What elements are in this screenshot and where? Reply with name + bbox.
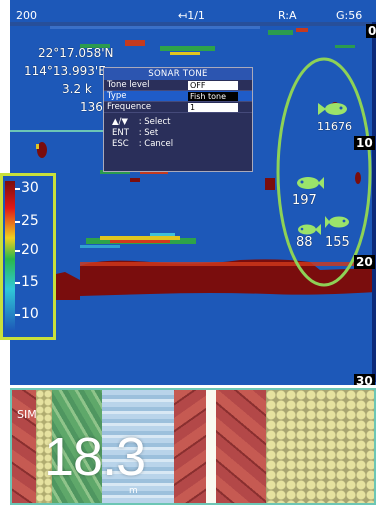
menu-item-value[interactable]: OFF [188,81,238,90]
depth-scale-10: 10 [354,136,375,150]
gravel-texture [206,390,216,503]
depth-scale-30: 30 [354,374,375,385]
help-key: ESC [112,139,129,149]
rock-texture [216,390,266,503]
heading-readout: 136 [80,100,103,114]
help-key: ENT [112,128,129,138]
fish-depth-1: 11676 [317,120,352,133]
fish-depth-3: 88 [296,235,313,250]
fish-depth-2: 197 [292,193,317,208]
scale-label: 25 [15,213,39,229]
fish-icon[interactable] [294,174,324,192]
help-action: : Set [138,128,159,138]
depth-readout: 18.3 [44,427,146,487]
latitude: 22°17.058'N [38,46,114,60]
depth-unit: m [129,486,138,496]
color-scale-bar [5,181,15,331]
fish-icon[interactable] [318,100,348,118]
sonar-tone-menu[interactable]: SONAR TONE Tone level OFF Type Fish tone… [103,67,253,172]
scale-label: 30 [15,180,39,196]
gain-readout: G:56 [336,9,363,22]
sim-label: SIM [17,408,37,421]
range-readout: 200 [16,9,37,22]
menu-item-label: Frequence [107,102,152,112]
scale-label: 15 [15,274,39,290]
menu-item-value[interactable]: 1 [188,103,238,112]
echogram[interactable]: 200 ↤1/1 R:A G:56 22°17.058'N 114°13.993… [10,0,376,385]
fish-depth-4: 155 [325,235,350,250]
menu-item-tone-level[interactable]: Tone level OFF [104,80,252,91]
help-row: ESC : Cancel [112,139,252,150]
scale-label: 20 [15,242,39,258]
gravel-texture [266,390,374,503]
fish-icon[interactable] [325,214,351,230]
menu-item-value[interactable]: Fish tone [188,92,238,101]
zoom-readout: ↤1/1 [178,9,205,22]
fish-highlight-ring [276,57,372,287]
menu-title: SONAR TONE [104,68,252,80]
menu-help: ▲/▼ : Select ENT : Set ESC : Cancel [104,113,252,150]
help-action: : Select [138,117,171,127]
color-scale: 30 25 20 15 10 [0,173,56,340]
bottom-discrimination-strip: SIM 18.3 m [10,388,376,505]
depth-scale-0: 0 [366,24,376,38]
rock-texture [174,390,206,503]
menu-item-type[interactable]: Type Fish tone [104,91,252,102]
range-mode: R:A [278,9,297,22]
scale-label: 10 [15,306,39,322]
menu-item-label: Tone level [107,80,150,90]
speed-readout: 3.2 k [62,82,92,96]
status-bar: 200 ↤1/1 R:A G:56 [10,0,376,22]
help-action: : Cancel [138,139,174,149]
menu-item-label: Type [107,91,127,101]
longitude: 114°13.993'E [24,64,106,78]
depth-scale-20: 20 [354,255,375,269]
menu-item-frequence[interactable]: Frequence 1 [104,102,252,113]
help-row: ▲/▼ : Select [112,117,252,128]
rock-texture [12,390,36,503]
help-key: ▲/▼ [112,117,128,127]
help-row: ENT : Set [112,128,252,139]
